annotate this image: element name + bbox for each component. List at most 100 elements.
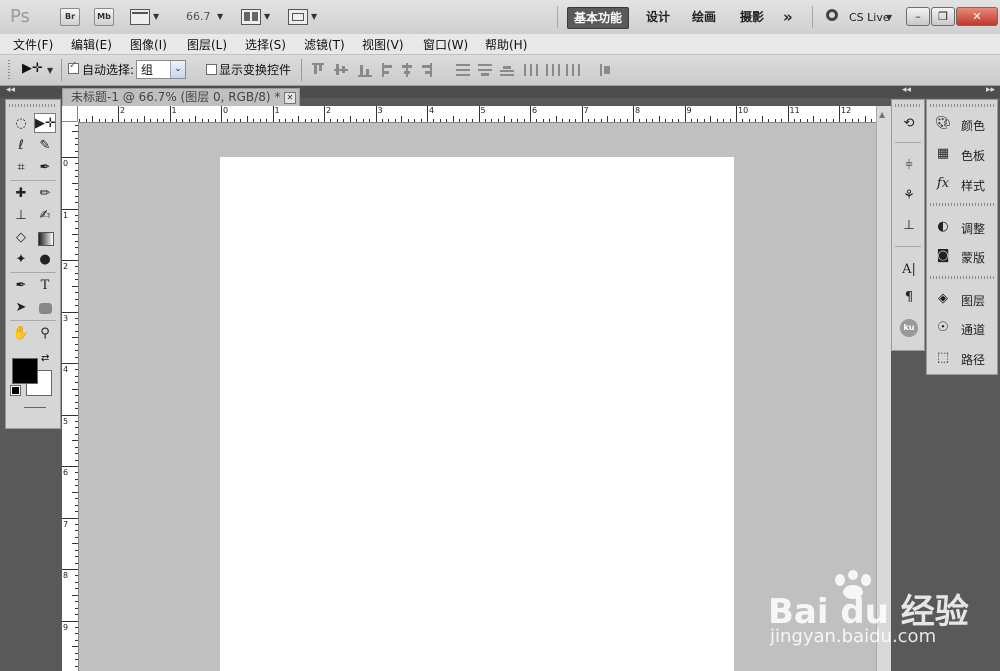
ruler-tick xyxy=(62,363,78,364)
panel-masks[interactable]: ◙ 蒙版 xyxy=(927,243,997,269)
dock-grip[interactable] xyxy=(930,276,994,279)
blur-tool-icon[interactable]: ✦ xyxy=(10,250,32,270)
collapse-tools-icon[interactable]: ◂◂ xyxy=(6,85,15,95)
document-canvas[interactable] xyxy=(220,157,734,671)
screen-mode-dropdown-icon[interactable]: ▼ xyxy=(311,12,317,21)
panel-adjustments[interactable]: ◐ 调整 xyxy=(927,214,997,240)
minimize-button[interactable]: – xyxy=(906,7,930,26)
auto-select-checkbox[interactable]: ✓ xyxy=(68,60,79,77)
baidu-watermark: Bai du 经验 jingyan.baidu.com xyxy=(768,570,998,670)
quick-selection-tool-icon[interactable]: ✎ xyxy=(34,136,56,156)
menu-select[interactable]: 选择(S) xyxy=(245,36,286,53)
marquee-tool-icon[interactable]: ◌ xyxy=(10,114,32,134)
ruler-tick xyxy=(755,119,757,122)
mini-bridge-button[interactable]: Mb xyxy=(94,8,114,26)
paragraph-panel-icon[interactable]: ¶ xyxy=(898,288,920,308)
view-extras-icon[interactable] xyxy=(130,9,150,25)
eraser-tool-icon[interactable]: ◇ xyxy=(10,228,32,248)
arrange-dropdown-icon[interactable]: ▼ xyxy=(264,12,270,21)
menu-file[interactable]: 文件(F) xyxy=(13,36,53,53)
panel-channels[interactable]: ☉ 通道 xyxy=(927,315,997,341)
zoom-dropdown-icon[interactable]: ▼ xyxy=(217,12,223,21)
layers-icon: ◈ xyxy=(938,291,948,306)
panel-styles[interactable]: fx 样式 xyxy=(927,171,997,197)
quick-mask-icon[interactable] xyxy=(24,407,46,408)
path-selection-tool-icon[interactable]: ➤ xyxy=(10,298,32,318)
workspace-design-button[interactable]: 设计 xyxy=(640,7,676,27)
menu-filter[interactable]: 滤镜(T) xyxy=(304,36,345,53)
healing-brush-tool-icon[interactable]: ✚ xyxy=(10,184,32,204)
view-extras-dropdown-icon[interactable]: ▼ xyxy=(153,12,159,21)
workspace-essentials-button[interactable]: 基本功能 xyxy=(567,7,630,29)
ruler-tick xyxy=(542,119,544,122)
ruler-tick xyxy=(291,119,293,122)
expand-dock-icon[interactable]: ▸▸ xyxy=(986,85,995,95)
document-tab[interactable]: 未标题-1 @ 66.7% (图层 0, RGB/8) * ✕ xyxy=(62,88,300,106)
ruler-origin[interactable] xyxy=(62,106,78,122)
zoom-tool-icon[interactable]: ⚲ xyxy=(34,324,56,344)
type-tool-icon[interactable]: T xyxy=(34,276,56,296)
ruler-tick xyxy=(75,317,78,319)
brush-presets-panel-icon[interactable]: ⫩ xyxy=(898,156,920,176)
vertical-ruler[interactable]: 0 1 2 3 4 5 6 7 8 9 xyxy=(62,122,79,671)
eyedropper-tool-icon[interactable]: ✒ xyxy=(34,158,56,178)
ruler-tick xyxy=(208,119,210,122)
tools-grip[interactable] xyxy=(9,104,57,107)
horizontal-ruler[interactable]: 2 1 0 1 2 3 4 5 6 7 8 9 10 11 12 xyxy=(62,106,876,123)
history-brush-tool-icon[interactable]: ✍ xyxy=(34,206,56,226)
lasso-tool-icon[interactable]: ℓ xyxy=(10,136,32,156)
move-tool-icon[interactable]: ▶✛ xyxy=(34,113,56,133)
tool-preset-dropdown-icon[interactable]: ▼ xyxy=(47,66,53,75)
dodge-tool-icon[interactable]: ● xyxy=(34,250,56,270)
menu-view[interactable]: 视图(V) xyxy=(362,36,404,53)
cs-live-icon[interactable] xyxy=(826,9,838,21)
screen-mode-icon[interactable] xyxy=(288,9,308,25)
foreground-color-swatch[interactable] xyxy=(12,358,38,384)
brush-tool-icon[interactable]: ✏ xyxy=(34,184,56,204)
clone-source-panel-icon[interactable]: ⊥ xyxy=(898,216,920,236)
options-grip[interactable] xyxy=(8,60,10,80)
menu-help[interactable]: 帮助(H) xyxy=(485,36,527,53)
zoom-level[interactable]: 66.7 xyxy=(186,10,211,23)
hand-tool-icon[interactable]: ✋ xyxy=(10,324,32,344)
swap-colors-icon[interactable]: ⇄ xyxy=(41,353,49,364)
clone-stamp-tool-icon[interactable]: ⊥ xyxy=(10,206,32,226)
panel-swatches[interactable]: ▦ 色板 xyxy=(927,141,997,167)
menu-edit[interactable]: 编辑(E) xyxy=(71,36,112,53)
cs-live-dropdown-icon[interactable]: ▼ xyxy=(886,13,892,22)
show-transform-checkbox[interactable] xyxy=(206,64,217,78)
panel-color[interactable]: 🎨︎ 颜色 xyxy=(927,111,997,137)
align-distribute-icons[interactable] xyxy=(310,61,620,79)
panel-layers[interactable]: ◈ 图层 xyxy=(927,286,997,312)
dock-grip[interactable] xyxy=(930,203,994,206)
workspace-photography-button[interactable]: 摄影 xyxy=(734,7,770,27)
default-colors-icon[interactable] xyxy=(10,385,21,396)
dock-grip[interactable] xyxy=(930,104,994,107)
strip-grip[interactable] xyxy=(895,104,921,107)
history-panel-icon[interactable]: ⟲ xyxy=(898,114,920,134)
scroll-up-icon[interactable]: ▲ xyxy=(879,110,885,119)
move-tool-preset-icon[interactable]: ▶✛ xyxy=(22,61,43,76)
gradient-tool-icon[interactable] xyxy=(38,232,54,246)
character-panel-icon[interactable]: A| xyxy=(898,260,920,280)
kuler-panel-icon[interactable]: ku xyxy=(900,319,918,337)
brush-panel-icon[interactable]: ⚘ xyxy=(898,186,920,206)
panel-paths[interactable]: ⬚ 路径 xyxy=(927,345,997,371)
cs-live-label[interactable]: CS Live xyxy=(849,11,890,24)
pen-tool-icon[interactable]: ✒ xyxy=(10,276,32,296)
arrange-documents-icon[interactable] xyxy=(241,9,261,25)
restore-button[interactable]: ❐ xyxy=(931,7,955,26)
auto-select-dropdown[interactable]: 组 ⌄ xyxy=(136,60,186,79)
menu-image[interactable]: 图像(I) xyxy=(130,36,167,53)
collapse-dock-icon[interactable]: ◂◂ xyxy=(902,85,911,95)
shape-tool-icon[interactable] xyxy=(39,303,52,314)
more-workspaces-button[interactable]: » xyxy=(777,7,799,27)
workspace-painting-button[interactable]: 绘画 xyxy=(686,7,722,27)
menu-layer[interactable]: 图层(L) xyxy=(187,36,227,53)
close-button[interactable]: ✕ xyxy=(956,7,998,26)
bridge-button[interactable]: Br xyxy=(60,8,80,26)
ruler-tick xyxy=(75,601,78,603)
close-icon[interactable]: ✕ xyxy=(284,92,296,104)
menu-window[interactable]: 窗口(W) xyxy=(423,36,468,53)
crop-tool-icon[interactable]: ⌗ xyxy=(10,158,32,178)
